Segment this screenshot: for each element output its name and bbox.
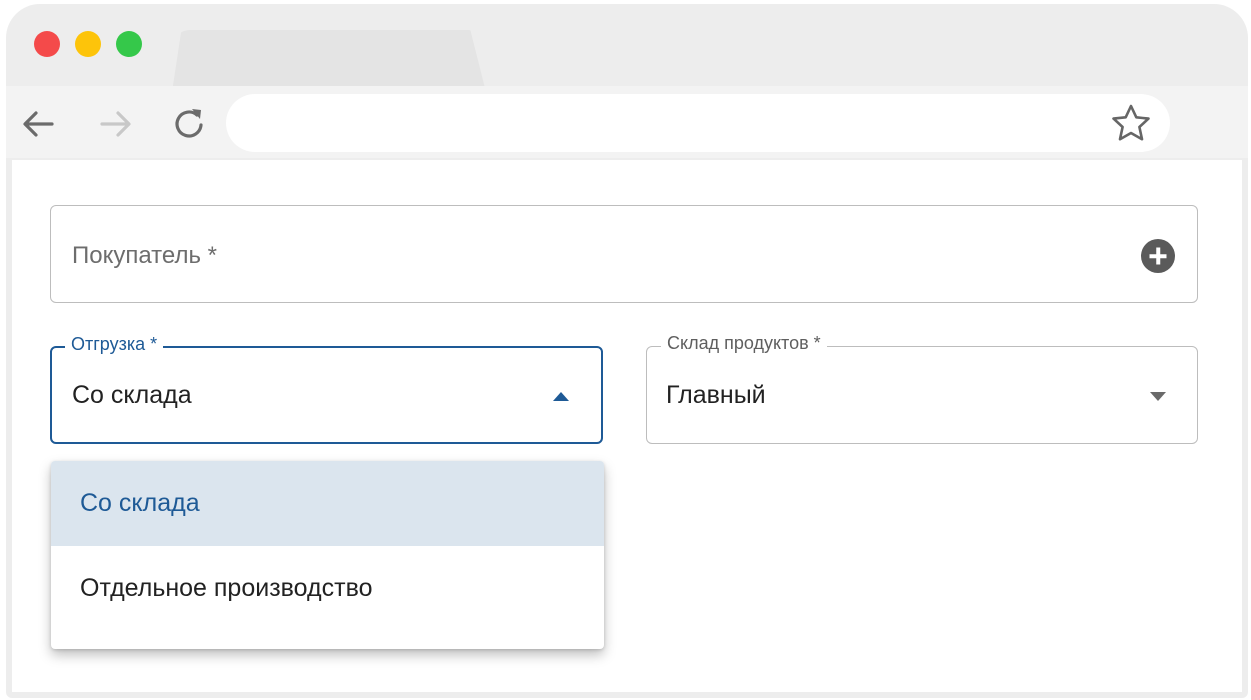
add-buyer-plus-icon[interactable]	[1141, 239, 1175, 273]
reload-icon	[175, 109, 203, 138]
page-content: Покупатель * Отгрузка * Со склада Склад …	[12, 160, 1242, 692]
browser-toolbar	[6, 86, 1248, 158]
dropdown-option-from-warehouse[interactable]: Со склада	[51, 461, 604, 546]
buyer-placeholder: Покупатель *	[72, 242, 217, 269]
caret-up-icon[interactable]	[553, 392, 569, 401]
arrow-right-icon	[100, 111, 131, 137]
arrow-left-icon	[23, 111, 54, 137]
caret-down-icon[interactable]	[1150, 392, 1166, 401]
browser-window: Покупатель * Отгрузка * Со склада Склад …	[6, 4, 1248, 698]
bookmark-star-icon[interactable]	[1110, 103, 1152, 143]
browser-tab[interactable]	[172, 30, 486, 92]
reload-button[interactable]	[170, 104, 210, 144]
warehouse-select[interactable]: Склад продуктов * Главный	[646, 333, 1198, 444]
maximize-window-button[interactable]	[116, 31, 142, 57]
dropdown-option-separate-production[interactable]: Отдельное производство	[51, 546, 604, 631]
buyer-field[interactable]: Покупатель *	[50, 205, 1198, 303]
back-button[interactable]	[18, 104, 58, 144]
address-bar[interactable]	[226, 94, 1170, 152]
minimize-window-button[interactable]	[75, 31, 101, 57]
shipping-select[interactable]: Отгрузка * Со склада	[50, 334, 603, 444]
warehouse-value: Главный	[666, 381, 766, 409]
shipping-dropdown-menu: Со склада Отдельное производство	[51, 461, 604, 649]
warehouse-label: Склад продуктов *	[661, 333, 827, 354]
close-window-button[interactable]	[34, 31, 60, 57]
shipping-value: Со склада	[72, 381, 192, 409]
forward-button[interactable]	[96, 104, 136, 144]
shipping-label: Отгрузка *	[65, 334, 164, 355]
